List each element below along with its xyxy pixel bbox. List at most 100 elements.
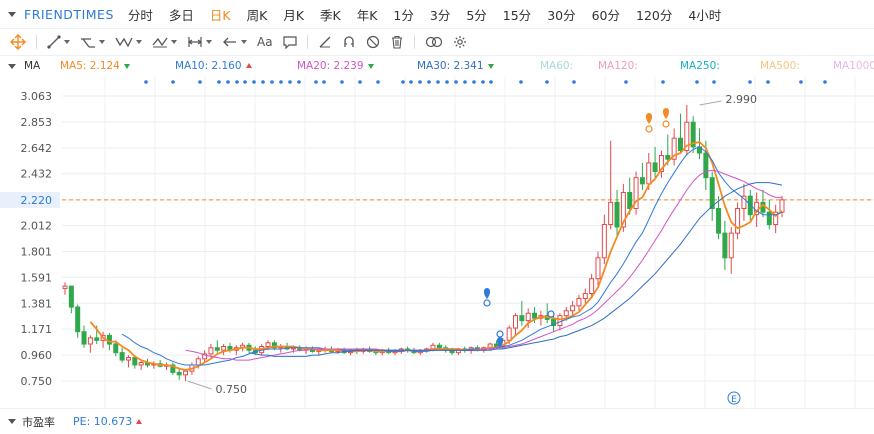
period-tab[interactable]: 日K xyxy=(210,5,231,24)
candle-down xyxy=(106,334,112,345)
candle-down xyxy=(176,371,182,376)
dropdown-icon xyxy=(241,40,247,44)
candlestick-chart[interactable]: 3.063 2.853 2.642 2.432 2.220 2.012 1.801 1.591… xyxy=(0,76,874,408)
channel-icon xyxy=(81,38,95,48)
current-price-label: 2.220 xyxy=(21,194,53,207)
channel-tool[interactable] xyxy=(80,35,105,49)
candle-down xyxy=(119,352,125,361)
y-tick-label: 1.801 xyxy=(21,245,53,258)
ma-legend-item[interactable]: MA30: 2.341 xyxy=(417,60,494,72)
candle-down xyxy=(716,207,722,234)
ma-legend-item[interactable]: MA20: 2.239 xyxy=(297,60,374,72)
period-tabs: 分时 多日 日K 周K 月K 季K 年K 1分 3分 5分 15分 30分 60分 120分 4小时 xyxy=(128,5,737,24)
candle-up xyxy=(646,162,652,185)
ma-line-ma20 xyxy=(185,169,782,361)
note-tool[interactable] xyxy=(282,35,297,49)
trend-down-icon xyxy=(367,64,374,69)
arrow-tool[interactable] xyxy=(222,35,247,49)
candle-up xyxy=(563,310,569,317)
y-tick-label: 2.853 xyxy=(21,116,53,129)
event-dot xyxy=(748,80,752,84)
event-dot xyxy=(712,80,716,84)
magnet-icon xyxy=(343,36,354,47)
period-tab[interactable]: 5分 xyxy=(466,5,486,24)
event-dot xyxy=(171,80,175,84)
text-tool[interactable]: Aa xyxy=(257,35,273,49)
candle-down xyxy=(519,315,525,322)
candle-up xyxy=(608,201,614,226)
period-tab[interactable]: 月K xyxy=(283,5,304,24)
measure-tool[interactable] xyxy=(187,35,212,49)
pattern-tool[interactable] xyxy=(152,35,177,49)
ma-legend-text: MA1000 xyxy=(833,60,874,72)
chevron-down-icon[interactable] xyxy=(8,419,16,424)
ma-legend-label: MA xyxy=(24,60,41,72)
period-tab[interactable]: 60分 xyxy=(592,5,620,24)
ma-legend-text: MA500: xyxy=(760,60,800,72)
dropdown-icon xyxy=(99,40,105,44)
y-tick-label: 1.591 xyxy=(21,271,53,284)
period-tab[interactable]: 季K xyxy=(320,5,341,24)
ruler-tool[interactable] xyxy=(318,35,332,49)
measure-icon xyxy=(187,37,203,47)
compare-tool[interactable] xyxy=(425,35,443,49)
candle-down xyxy=(75,306,81,333)
event-dot xyxy=(463,80,467,84)
y-tick-label: 0.750 xyxy=(21,375,53,388)
chevron-down-icon xyxy=(8,63,16,69)
candle-up xyxy=(195,358,201,366)
ma-legend-text: MA5: 2.124 xyxy=(60,60,120,72)
drawing-toolbar: Aa xyxy=(0,28,874,56)
ma-legend-item[interactable]: MA5: 2.124 xyxy=(60,60,130,72)
period-tab[interactable]: 年K xyxy=(357,5,378,24)
wave-tool[interactable] xyxy=(115,35,142,49)
high-marker-line xyxy=(699,100,722,106)
candle-down xyxy=(652,162,658,173)
ma-legend-text: MA60: xyxy=(540,60,574,72)
event-dot xyxy=(358,80,362,84)
y-tick-label: 1.171 xyxy=(21,323,53,336)
line-tool[interactable] xyxy=(47,35,70,49)
ma-legend-item[interactable]: MA1000 xyxy=(833,60,874,72)
ma-legend-item[interactable]: MA60: xyxy=(540,60,573,72)
period-tab[interactable]: 周K xyxy=(247,5,268,24)
event-dot xyxy=(489,80,493,84)
event-dot xyxy=(297,80,301,84)
event-dot xyxy=(418,80,422,84)
ma-legend-item[interactable]: MA10: 2.160 xyxy=(175,60,252,72)
event-dot xyxy=(340,80,344,84)
event-dot xyxy=(322,80,326,84)
period-tab[interactable]: 30分 xyxy=(547,5,575,24)
event-ring-icon xyxy=(496,330,504,338)
event-dot xyxy=(279,80,283,84)
ma-line-ma10 xyxy=(121,146,783,366)
dropdown-icon xyxy=(136,40,142,44)
ma-legend-item[interactable]: MA250: xyxy=(680,60,720,72)
ma-legend-item[interactable]: MA120: xyxy=(598,60,638,72)
crosshair-tool[interactable] xyxy=(10,34,26,50)
period-tab[interactable]: 120分 xyxy=(636,5,672,24)
ma-legend-toggle[interactable]: MA xyxy=(8,60,40,72)
magnet-tool[interactable] xyxy=(342,35,356,49)
ma-legend-item[interactable]: MA500: xyxy=(760,60,800,72)
candle-up xyxy=(221,345,227,351)
delete-tool[interactable] xyxy=(390,35,404,49)
settings-tool[interactable] xyxy=(453,35,467,49)
candle-down xyxy=(627,191,633,209)
chevron-down-icon xyxy=(8,11,16,17)
symbol-selector[interactable]: FRIENDTIMES xyxy=(8,7,114,22)
event-dot xyxy=(409,80,413,84)
period-tab[interactable]: 1分 xyxy=(393,5,413,24)
event-dot xyxy=(217,80,221,84)
period-tab[interactable]: 分时 xyxy=(128,5,153,24)
candle-up xyxy=(506,327,512,341)
candle-down xyxy=(709,177,715,209)
period-tab[interactable]: 3分 xyxy=(430,5,450,24)
candle-up xyxy=(779,199,785,213)
period-tab[interactable]: 15分 xyxy=(503,5,531,24)
event-dot xyxy=(235,80,239,84)
period-tab[interactable]: 多日 xyxy=(169,5,194,24)
candle-up xyxy=(208,347,214,355)
hide-tool[interactable] xyxy=(366,35,380,49)
period-tab[interactable]: 4小时 xyxy=(688,5,721,24)
